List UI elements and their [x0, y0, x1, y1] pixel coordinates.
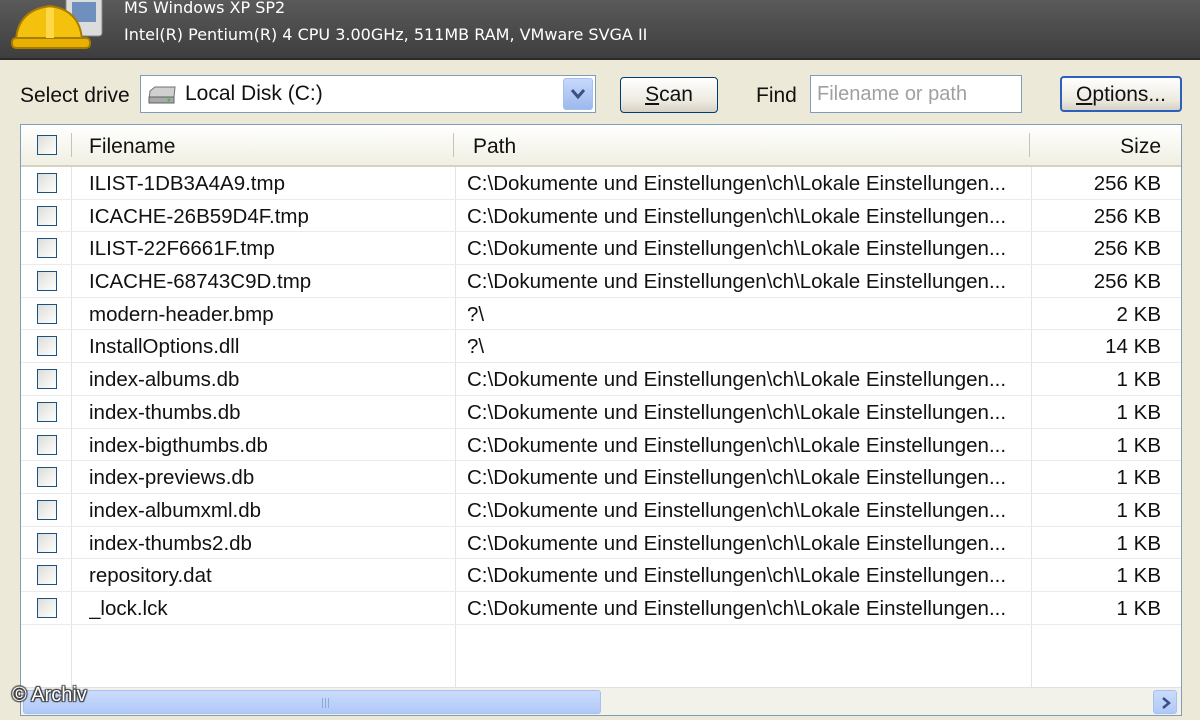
row-checkbox[interactable] — [37, 597, 57, 618]
row-path: C:\Dokumente und Einstellungen\ch\Lokale… — [467, 596, 1007, 620]
file-rows: ILIST-1DB3A4A9.tmp C:\Dokumente und Einst… — [21, 167, 1181, 625]
row-filename: index-albumxml.db — [89, 498, 262, 522]
drive-select[interactable]: Local Disk (C:) — [140, 75, 596, 113]
row-size: 1 KB — [1116, 400, 1161, 424]
hardhat-computer-icon — [11, 0, 103, 49]
row-path: C:\Dokumente und Einstellungen\ch\Lokale… — [467, 400, 1007, 424]
watermark: © Archiv — [12, 684, 87, 706]
row-checkbox[interactable] — [37, 336, 57, 357]
chevron-down-icon — [571, 89, 585, 100]
table-row[interactable]: index-thumbs.db C:\Dokumente und Einstell… — [21, 396, 1181, 429]
row-checkbox[interactable] — [37, 565, 57, 586]
row-checkbox[interactable] — [37, 205, 57, 226]
row-filename: index-bigthumbs.db — [89, 433, 268, 457]
row-checkbox[interactable] — [37, 303, 57, 324]
column-header: Filename Path Size — [21, 125, 1181, 167]
table-row[interactable]: index-bigthumbs.db C:\Dokumente und Einst… — [21, 429, 1181, 462]
row-checkbox[interactable] — [37, 434, 57, 455]
table-row[interactable]: ICACHE-68743C9D.tmp C:\Dokumente und Eins… — [21, 265, 1181, 298]
row-path: C:\Dokumente und Einstellungen\ch\Lokale… — [467, 368, 1007, 392]
row-checkbox[interactable] — [37, 499, 57, 520]
row-size: 1 KB — [1116, 531, 1161, 555]
row-checkbox[interactable] — [37, 401, 57, 422]
scrollbar-thumb[interactable] — [23, 690, 601, 714]
select-drive-label: Select drive — [20, 84, 130, 107]
table-row[interactable]: modern-header.bmp ?\ 2 KB — [21, 298, 1181, 331]
file-list[interactable]: Filename Path Size ILIST-1DB3A4A9.tmp C:\… — [20, 124, 1182, 716]
row-path: ?\ — [467, 335, 485, 359]
select-all-checkbox[interactable] — [37, 135, 57, 155]
row-path: C:\Dokumente und Einstellungen\ch\Lokale… — [467, 433, 1007, 457]
table-row[interactable]: index-albums.db C:\Dokumente und Einstell… — [21, 363, 1181, 396]
row-filename: index-albums.db — [89, 368, 240, 392]
row-size: 1 KB — [1116, 498, 1161, 522]
table-row[interactable]: index-previews.db C:\Dokumente und Einste… — [21, 461, 1181, 494]
row-size: 256 KB — [1093, 204, 1161, 228]
row-filename: ICACHE-26B59D4F.tmp — [89, 204, 309, 228]
table-row[interactable]: ICACHE-26B59D4F.tmp C:\Dokumente und Eins… — [21, 200, 1181, 233]
row-size: 1 KB — [1116, 368, 1161, 392]
table-row[interactable]: InstallOptions.dll ?\ 14 KB — [21, 330, 1181, 364]
row-filename: index-thumbs2.db — [89, 531, 252, 555]
row-checkbox[interactable] — [37, 532, 57, 553]
row-size: 1 KB — [1116, 564, 1161, 588]
hard-drive-icon — [148, 86, 176, 104]
scan-button[interactable]: Scan — [620, 77, 718, 113]
dropdown-button[interactable] — [563, 78, 593, 110]
row-checkbox[interactable] — [37, 238, 57, 259]
table-row[interactable]: ILIST-22F6661F.tmp C:\Dokumente und Einst… — [21, 232, 1181, 266]
row-path: C:\Dokumente und Einstellungen\ch\Lokale… — [467, 270, 1007, 294]
app-header: MS Windows XP SP2 Intel(R) Pentium(R) 4 … — [0, 0, 1200, 60]
horizontal-scrollbar[interactable] — [21, 687, 1181, 715]
row-size: 256 KB — [1093, 270, 1161, 294]
column-filename[interactable]: Filename — [89, 125, 175, 165]
row-filename: repository.dat — [89, 564, 212, 588]
row-checkbox[interactable] — [37, 173, 57, 193]
toolbar: Select drive Local Disk (C:) Scan Find F… — [0, 60, 1200, 124]
row-path: C:\Dokumente und Einstellungen\ch\Lokale… — [467, 498, 1007, 522]
row-path: C:\Dokumente und Einstellungen\ch\Lokale… — [467, 466, 1007, 490]
row-size: 256 KB — [1093, 237, 1161, 261]
options-button[interactable]: Options... — [1060, 76, 1182, 112]
table-row[interactable]: index-thumbs2.db C:\Dokumente und Einstel… — [21, 527, 1181, 560]
row-path: C:\Dokumente und Einstellungen\ch\Lokale… — [467, 237, 1007, 261]
row-filename: ICACHE-68743C9D.tmp — [89, 270, 312, 294]
row-filename: index-previews.db — [89, 466, 255, 490]
row-filename: index-thumbs.db — [89, 400, 241, 424]
row-path: C:\Dokumente und Einstellungen\ch\Lokale… — [467, 204, 1007, 228]
column-size[interactable]: Size — [1037, 125, 1161, 165]
row-size: 1 KB — [1116, 596, 1161, 620]
row-size: 256 KB — [1093, 172, 1161, 195]
column-path[interactable]: Path — [473, 125, 516, 165]
row-filename: modern-header.bmp — [89, 302, 274, 326]
find-label: Find — [756, 84, 797, 107]
table-row[interactable]: repository.dat C:\Dokumente und Einstellu… — [21, 559, 1181, 592]
table-row[interactable]: index-albumxml.db C:\Dokumente und Einste… — [21, 494, 1181, 527]
row-checkbox[interactable] — [37, 369, 57, 390]
row-path: ?\ — [467, 302, 485, 326]
row-path: C:\Dokumente und Einstellungen\ch\Lokale… — [467, 172, 1007, 195]
drive-select-value: Local Disk (C:) — [185, 82, 323, 105]
hardware-info: Intel(R) Pentium(R) 4 CPU 3.00GHz, 511MB… — [124, 25, 648, 44]
chevron-right-icon — [1162, 697, 1171, 709]
row-size: 1 KB — [1116, 466, 1161, 490]
row-filename: ILIST-22F6661F.tmp — [89, 237, 275, 261]
row-size: 14 KB — [1105, 335, 1161, 359]
table-row[interactable]: _lock.lck C:\Dokumente und Einstellungen\… — [21, 592, 1181, 625]
row-filename: _lock.lck — [89, 596, 168, 620]
find-input[interactable]: Filename or path — [810, 75, 1022, 113]
row-filename: ILIST-1DB3A4A9.tmp — [89, 172, 285, 195]
row-path: C:\Dokumente und Einstellungen\ch\Lokale… — [467, 564, 1007, 588]
os-info: MS Windows XP SP2 — [124, 0, 286, 17]
row-checkbox[interactable] — [37, 271, 57, 292]
row-checkbox[interactable] — [37, 467, 57, 488]
row-path: C:\Dokumente und Einstellungen\ch\Lokale… — [467, 531, 1007, 555]
row-filename: InstallOptions.dll — [89, 335, 240, 359]
scroll-right-button[interactable] — [1153, 690, 1177, 714]
row-size: 1 KB — [1116, 433, 1161, 457]
row-size: 2 KB — [1116, 302, 1161, 326]
table-row[interactable]: ILIST-1DB3A4A9.tmp C:\Dokumente und Einst… — [21, 167, 1181, 200]
